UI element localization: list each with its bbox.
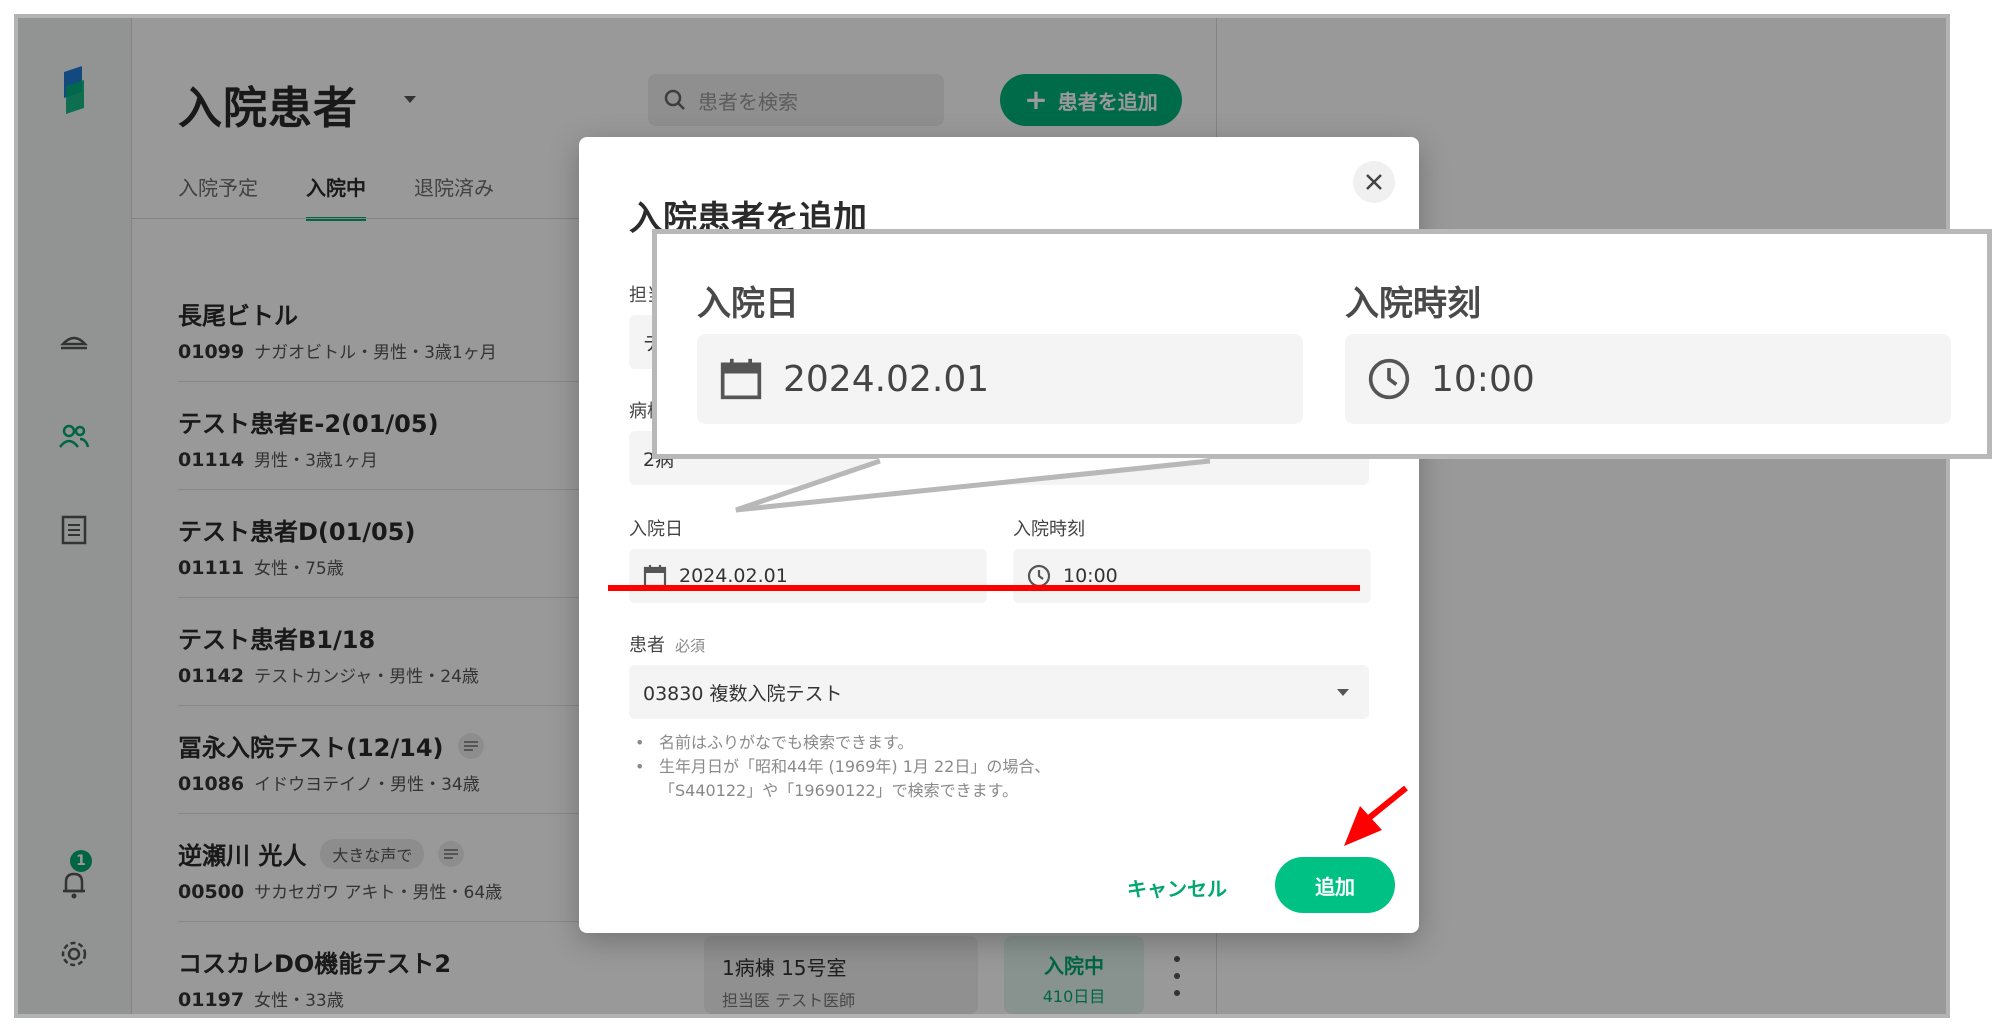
callout-date-value: 2024.02.01: [783, 358, 990, 400]
add-button[interactable]: 追加: [1275, 857, 1395, 913]
callout-date-field: 2024.02.01: [697, 334, 1303, 424]
calendar-icon: [720, 358, 762, 400]
search-hints: 名前はふりがなでも検索できます。 生年月日が「昭和44年 (1969年) 1月 …: [635, 731, 1050, 803]
admission-date-value: 2024.02.01: [679, 565, 788, 587]
screenshot-frame: 1 入院患者 患者を検索 + 患者を追加 入院予定 入院中 退院済み 長尾ビトル…: [14, 14, 1950, 1018]
admission-time-value: 10:00: [1063, 565, 1118, 587]
admission-time-field[interactable]: 10:00: [1013, 549, 1371, 603]
callout-date-label: 入院日: [697, 284, 799, 324]
patient-select-value: 03830 複数入院テスト: [643, 682, 843, 705]
callout-time-label: 入院時刻: [1345, 284, 1481, 324]
callout-time-value: 10:00: [1431, 358, 1535, 400]
app-window: 1 入院患者 患者を検索 + 患者を追加 入院予定 入院中 退院済み 長尾ビトル…: [18, 18, 1946, 1014]
hint-item: 生年月日が「昭和44年 (1969年) 1月 22日」の場合、「S440122」…: [635, 755, 1050, 803]
close-icon: [1366, 174, 1382, 190]
admission-time-label: 入院時刻: [1013, 519, 1085, 540]
callout-time-field: 10:00: [1345, 334, 1951, 424]
hint-item: 名前はふりがなでも検索できます。: [635, 731, 1050, 755]
admission-date-field[interactable]: 2024.02.01: [629, 549, 987, 603]
clock-icon: [1368, 358, 1410, 400]
patient-field-label-row: 患者 必須: [629, 631, 705, 657]
zoom-callout: 入院日 2024.02.01 入院時刻 10:00: [652, 229, 1992, 459]
cancel-button[interactable]: キャンセル: [1127, 873, 1227, 902]
patient-label: 患者: [629, 635, 665, 656]
required-marker: 必須: [675, 637, 706, 655]
patient-select[interactable]: 03830 複数入院テスト: [629, 665, 1369, 719]
highlight-underline: [608, 585, 1360, 591]
admission-date-label: 入院日: [629, 519, 683, 540]
hint-line: 「S440122」や「19690122」で検索できます。: [659, 781, 1019, 800]
close-button[interactable]: [1353, 161, 1395, 203]
chevron-down-icon: [1337, 689, 1349, 696]
hint-line: 生年月日が「昭和44年 (1969年) 1月 22日」の場合、: [659, 757, 1051, 776]
